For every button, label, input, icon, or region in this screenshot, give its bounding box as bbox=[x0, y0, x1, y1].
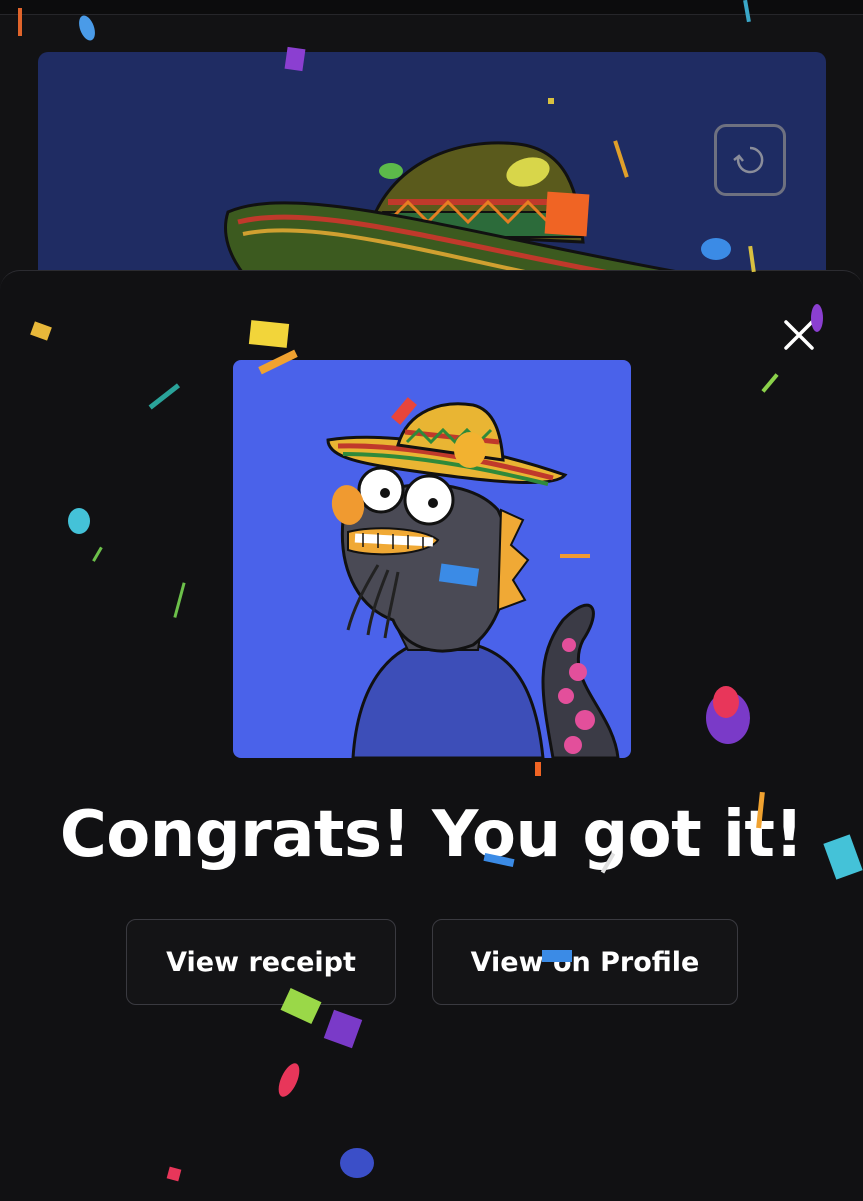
congrats-title: Congrats! You got it! bbox=[59, 798, 804, 872]
view-receipt-button[interactable]: View receipt bbox=[126, 919, 396, 1005]
view-on-profile-button[interactable]: View on Profile bbox=[432, 919, 738, 1005]
top-bar bbox=[0, 0, 863, 15]
refresh-icon bbox=[733, 146, 764, 174]
nft-image bbox=[233, 360, 631, 758]
close-button[interactable] bbox=[778, 314, 820, 356]
refresh-button[interactable] bbox=[714, 124, 786, 196]
nft-character-artwork bbox=[326, 402, 620, 758]
close-icon bbox=[784, 320, 814, 350]
